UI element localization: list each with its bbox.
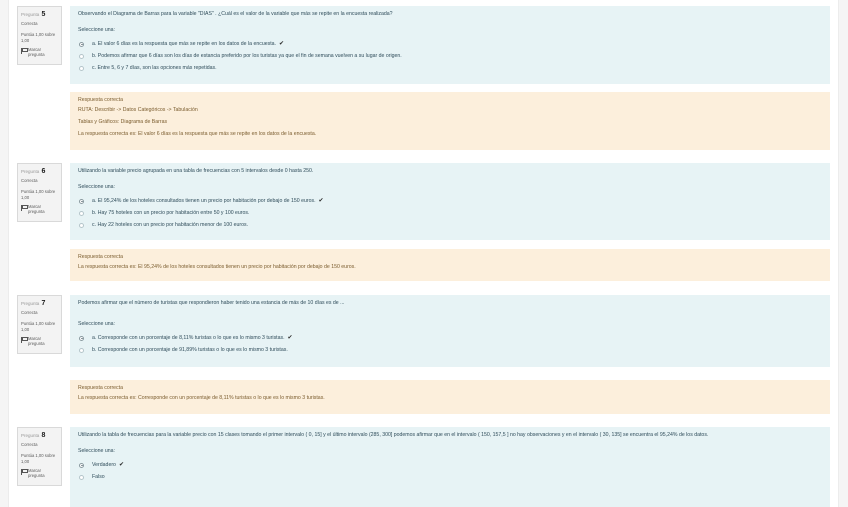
radio-button-selected[interactable]	[79, 198, 84, 204]
answer-prompt: Seleccione una:	[78, 448, 115, 455]
option-text: a. El 95,24% de los hoteles consultados …	[92, 197, 316, 204]
radio-button[interactable]	[79, 222, 84, 228]
question-state: Correcta	[21, 310, 38, 316]
radio-button[interactable]	[79, 347, 84, 353]
question-text: Utilizando la variable precio agrupada e…	[78, 168, 314, 174]
answer-option[interactable]: a. Corresponde con un porcentaje de 8,11…	[78, 332, 822, 344]
question-number: Pregunta 8	[21, 432, 46, 439]
question-number: Pregunta 5	[21, 11, 46, 18]
option-text: Falso	[92, 473, 105, 480]
radio-button[interactable]	[79, 53, 84, 59]
option-text: b. Podemos afirmar que 6 días son los dí…	[92, 52, 402, 59]
question-content: Utilizando la tabla de frecuencias para …	[70, 427, 830, 507]
question-text: Observando el Diagrama de Barras para la…	[78, 11, 393, 17]
flag-question-link[interactable]: Marcar pregunta	[21, 468, 58, 479]
right-margin	[838, 0, 848, 507]
flag-icon	[21, 204, 28, 211]
question-text: Utilizando la tabla de frecuencias para …	[78, 432, 709, 438]
option-text: c. Entre 5, 6 y 7 días, son las opciones…	[92, 64, 217, 71]
answer-prompt: Seleccione una:	[78, 184, 115, 191]
question-content: Podemos afirmar que el número de turista…	[70, 295, 830, 367]
feedback-correct-answer: La respuesta correcta es: El 95,24% de l…	[78, 264, 356, 271]
flag-label: Marcar pregunta	[28, 203, 45, 215]
option-text: a. El valor 6 días es la respuesta que m…	[92, 40, 276, 47]
answer-prompt: Seleccione una:	[78, 27, 115, 34]
answer-option[interactable]: b. Hay 75 hoteles con un precio por habi…	[78, 207, 822, 219]
option-text: b. Corresponde con un porcentaje de 91,8…	[92, 346, 288, 353]
answer-option[interactable]: c. Hay 22 hoteles con un precio por habi…	[78, 219, 822, 231]
flag-icon	[21, 468, 28, 475]
feedback-status: Respuesta correcta	[78, 97, 123, 103]
radio-button-selected[interactable]	[79, 462, 84, 468]
answer-prompt: Seleccione una:	[78, 321, 115, 328]
answer-options: a. El 95,24% de los hoteles consultados …	[78, 195, 822, 231]
flag-label: Marcar pregunta	[28, 335, 45, 347]
correct-check-icon: ✔	[318, 197, 324, 204]
radio-button-selected[interactable]	[79, 335, 84, 341]
feedback-status: Respuesta correcta	[78, 385, 123, 391]
flag-label: Marcar pregunta	[28, 467, 45, 479]
flag-question-link[interactable]: Marcar pregunta	[21, 204, 58, 215]
question-number: Pregunta 7	[21, 300, 46, 307]
answer-option[interactable]: b. Corresponde con un porcentaje de 91,8…	[78, 344, 822, 356]
correct-check-icon: ✔	[287, 334, 293, 341]
left-margin	[0, 0, 9, 507]
answer-option[interactable]: Falso	[78, 471, 822, 483]
question-info: Pregunta 8 Correcta Puntúa 1,00 sobre 1,…	[17, 427, 62, 486]
correct-check-icon: ✔	[278, 40, 285, 47]
flag-icon	[21, 336, 28, 343]
radio-button[interactable]	[79, 210, 84, 216]
question-text: Podemos afirmar que el número de turista…	[78, 300, 345, 306]
answer-options: Verdadero ✔ Falso	[78, 459, 822, 483]
answer-options: a. Corresponde con un porcentaje de 8,11…	[78, 332, 822, 356]
option-text: c. Hay 22 hoteles con un precio por habi…	[92, 221, 249, 228]
option-text: b. Hay 75 hoteles con un precio por habi…	[92, 209, 250, 216]
question-grade: Puntúa 1,00 sobre 1,00	[21, 189, 56, 200]
feedback-correct-answer: La respuesta correcta es: Corresponde co…	[78, 395, 325, 402]
question-state: Correcta	[21, 178, 38, 184]
feedback-correct-answer: La respuesta correcta es: El valor 6 día…	[78, 131, 317, 138]
question-content: Observando el Diagrama de Barras para la…	[70, 6, 830, 84]
answer-option[interactable]: a. El valor 6 días es la respuesta que m…	[78, 38, 822, 50]
question-grade: Puntúa 1,00 sobre 1,00	[21, 32, 56, 43]
flag-label: Marcar pregunta	[28, 46, 45, 58]
question-info: Pregunta 7 Correcta Puntúa 1,00 sobre 1,…	[17, 295, 62, 354]
answer-option[interactable]: c. Entre 5, 6 y 7 días, son las opciones…	[78, 62, 822, 74]
question-number: Pregunta 6	[21, 168, 46, 175]
question-info: Pregunta 6 Correcta Puntúa 1,00 sobre 1,…	[17, 163, 62, 222]
option-text: Verdadero	[92, 461, 116, 468]
feedback-route: RUTA: Describir -> Datos Categóricos -> …	[78, 107, 198, 114]
flag-question-link[interactable]: Marcar pregunta	[21, 47, 58, 58]
question-grade: Puntúa 1,00 sobre 1,00	[21, 321, 56, 332]
feedback-status: Respuesta correcta	[78, 254, 123, 260]
answer-option[interactable]: Verdadero ✔	[78, 459, 822, 471]
question-state: Correcta	[21, 442, 38, 448]
answer-option[interactable]: a. El 95,24% de los hoteles consultados …	[78, 195, 822, 207]
question-feedback: Respuesta correcta La respuesta correcta…	[70, 380, 830, 414]
radio-button-selected[interactable]	[79, 41, 84, 47]
question-feedback: Respuesta correcta La respuesta correcta…	[70, 249, 830, 281]
question-feedback: Respuesta correcta RUTA: Describir -> Da…	[70, 92, 830, 150]
question-content: Utilizando la variable precio agrupada e…	[70, 163, 830, 240]
answer-option[interactable]: b. Podemos afirmar que 6 días son los dí…	[78, 50, 822, 62]
answer-options: a. El valor 6 días es la respuesta que m…	[78, 38, 822, 74]
correct-check-icon: ✔	[118, 461, 124, 468]
question-grade: Puntúa 1,00 sobre 1,00	[21, 453, 56, 464]
flag-icon	[21, 47, 28, 54]
radio-button[interactable]	[79, 65, 84, 71]
option-text: a. Corresponde con un porcentaje de 8,11…	[92, 334, 285, 341]
flag-question-link[interactable]: Marcar pregunta	[21, 336, 58, 347]
feedback-topic: Tablas y Gráficos: Diagrama de Barras	[78, 119, 168, 126]
question-info: Pregunta 5 Correcta Puntúa 1,00 sobre 1,…	[17, 6, 62, 65]
question-state: Correcta	[21, 21, 38, 27]
radio-button[interactable]	[79, 474, 84, 480]
